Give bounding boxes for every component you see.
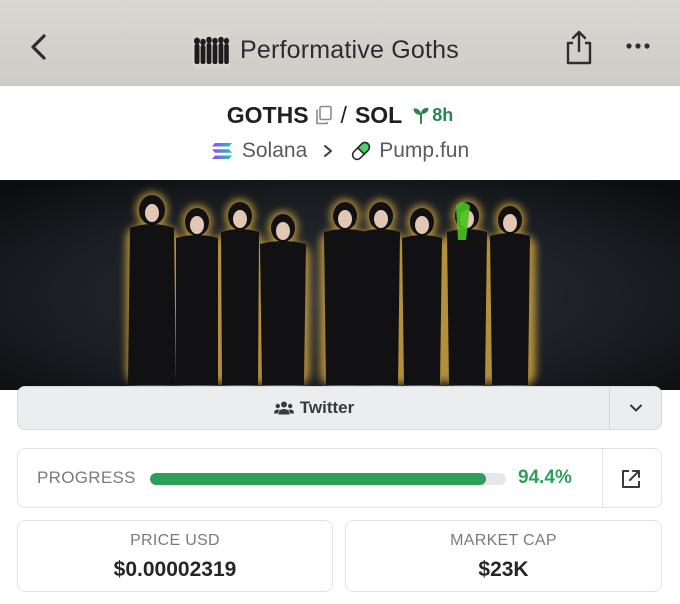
base-symbol: GOTHS bbox=[226, 101, 309, 128]
more-icon[interactable] bbox=[623, 36, 655, 56]
pill-icon bbox=[352, 141, 371, 161]
external-link-icon[interactable] bbox=[620, 468, 642, 490]
chevron-down-icon bbox=[629, 404, 642, 412]
header-bar: Performative Goths bbox=[0, 0, 680, 86]
token-banner-image bbox=[0, 180, 680, 390]
token-title: Performative Goths bbox=[192, 30, 459, 70]
progress-card: PROGRESS 94.4% bbox=[17, 448, 662, 508]
people-icon bbox=[273, 401, 294, 415]
social-dropdown-button[interactable] bbox=[610, 387, 661, 429]
pair-info: GOTHS / SOL 8h bbox=[0, 98, 680, 132]
chevron-right-icon bbox=[324, 145, 333, 157]
progress-bar bbox=[150, 473, 506, 485]
twitter-button[interactable]: Twitter bbox=[18, 387, 610, 429]
market-cap-label: MARKET CAP bbox=[450, 532, 557, 549]
dex-name[interactable]: Pump.fun bbox=[379, 139, 469, 163]
progress-bar-fill bbox=[150, 473, 487, 485]
price-usd-label: PRICE USD bbox=[130, 532, 220, 549]
back-arrow-icon[interactable] bbox=[22, 30, 56, 64]
solana-icon bbox=[211, 143, 232, 159]
divider bbox=[602, 449, 603, 507]
progress-value: 94.4% bbox=[518, 467, 572, 488]
token-name: Performative Goths bbox=[240, 35, 459, 64]
pair-separator: / bbox=[340, 101, 347, 128]
social-links-bar: Twitter bbox=[17, 386, 662, 430]
chain-breadcrumb: Solana Pump.fun bbox=[0, 136, 680, 166]
share-icon[interactable] bbox=[563, 28, 595, 66]
price-usd-value: $0.00002319 bbox=[113, 558, 237, 581]
market-cap-card: MARKET CAP $23K bbox=[345, 520, 662, 592]
sprout-icon bbox=[413, 107, 429, 124]
market-cap-value: $23K bbox=[478, 558, 529, 581]
copy-icon[interactable] bbox=[315, 105, 333, 125]
twitter-label: Twitter bbox=[299, 398, 355, 417]
token-avatar bbox=[192, 31, 230, 69]
chain-network[interactable]: Solana bbox=[242, 139, 307, 163]
progress-label: PROGRESS bbox=[37, 468, 136, 487]
pair-age: 8h bbox=[432, 104, 454, 125]
price-usd-card: PRICE USD $0.00002319 bbox=[17, 520, 333, 592]
quote-symbol: SOL bbox=[354, 101, 403, 128]
